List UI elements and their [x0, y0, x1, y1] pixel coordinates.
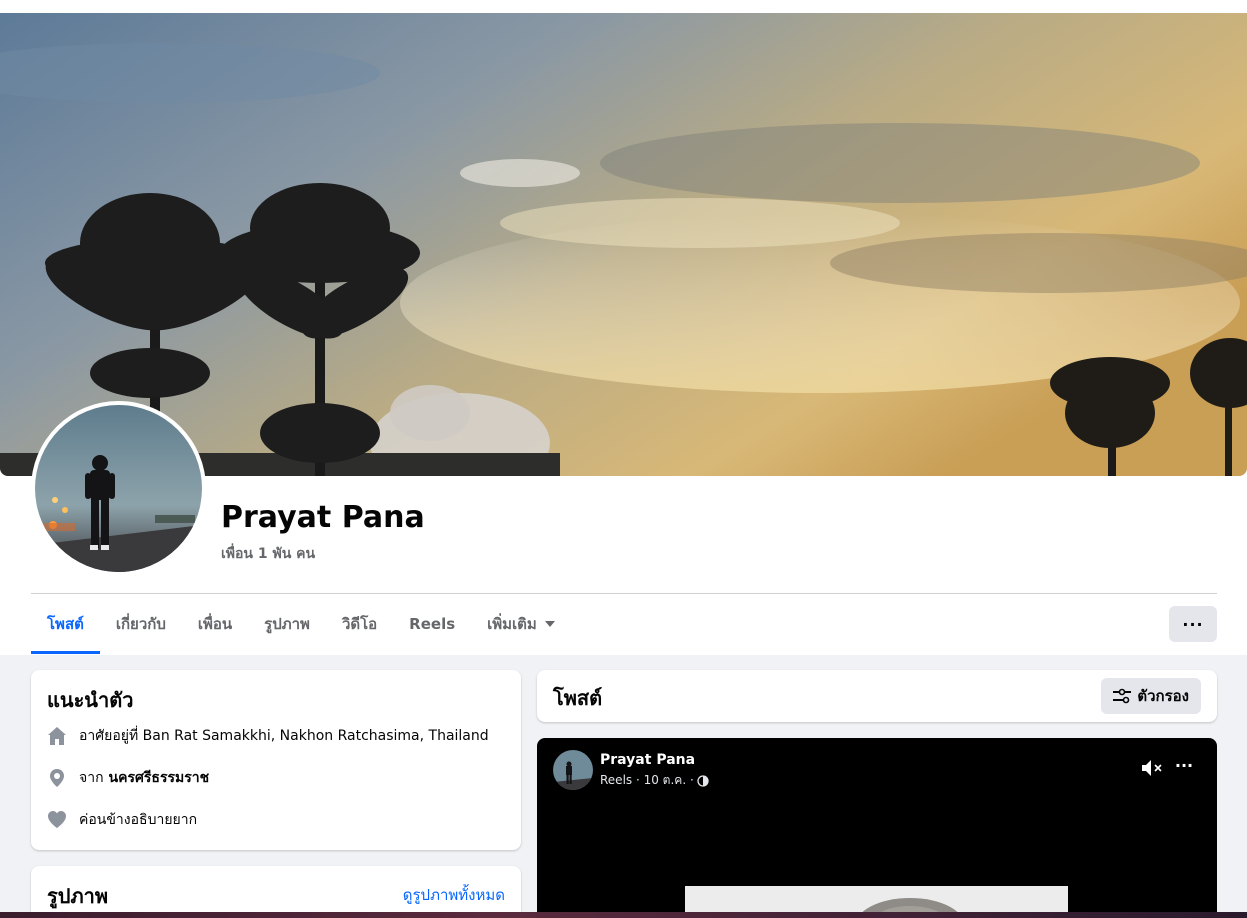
- filter-button[interactable]: ตัวกรอง: [1101, 678, 1201, 714]
- tab-friends[interactable]: เพื่อน: [182, 594, 248, 654]
- cover-photo[interactable]: [0, 13, 1247, 476]
- intro-relationship-text: ค่อนข้างอธิบายยาก: [79, 812, 198, 828]
- profile-picture[interactable]: [31, 401, 206, 576]
- intro-title: แนะนำตัว: [47, 688, 134, 712]
- tab-photos[interactable]: รูปภาพ: [248, 594, 326, 654]
- tab-videos[interactable]: วิดีโอ: [326, 594, 393, 654]
- photos-card: รูปภาพ ดูรูปภาพทั้งหมด: [31, 866, 521, 918]
- tab-more[interactable]: เพิ่มเติม: [471, 594, 571, 654]
- tab-about-label: เกี่ยวกับ: [115, 615, 166, 633]
- tab-posts[interactable]: โพสต์: [31, 594, 100, 654]
- tab-videos-label: วิดีโอ: [341, 615, 378, 633]
- post-meta: Reels · 10 ต.ค. ·: [600, 771, 709, 790]
- see-all-photos-link[interactable]: ดูรูปภาพทั้งหมด: [403, 883, 505, 907]
- top-strip: [0, 0, 1247, 13]
- tab-photos-label: รูปภาพ: [264, 615, 310, 633]
- profile-tabs: โพสต์ เกี่ยวกับ เพื่อน รูปภาพ วิดีโอ Ree…: [31, 594, 571, 654]
- tab-reels-label: Reels: [409, 615, 456, 633]
- intro-from: จาก นครศรีธรรมราช: [47, 767, 209, 789]
- tab-more-label: เพิ่มเติม: [487, 615, 537, 633]
- filter-label: ตัวกรอง: [1137, 687, 1189, 705]
- tab-friends-label: เพื่อน: [197, 615, 233, 633]
- tab-about[interactable]: เกี่ยวกับ: [100, 594, 182, 654]
- post-author-avatar[interactable]: [553, 750, 593, 790]
- heart-icon: [47, 810, 67, 830]
- more-icon: ···: [1182, 614, 1204, 634]
- profile-more-button[interactable]: ···: [1169, 606, 1217, 642]
- posts-header-card: โพสต์ ตัวกรอง: [537, 670, 1217, 722]
- friends-count[interactable]: เพื่อน 1 พัน คน: [221, 543, 315, 565]
- location-pin-icon: [47, 768, 67, 788]
- post-meta-text[interactable]: Reels · 10 ต.ค. ·: [600, 771, 694, 790]
- reel-post-card[interactable]: Prayat Pana Reels · 10 ต.ค. · ···: [537, 738, 1217, 918]
- more-icon: ···: [1174, 756, 1194, 775]
- intro-relationship: ค่อนข้างอธิบายยาก: [47, 809, 197, 831]
- tab-posts-label: โพสต์: [47, 615, 84, 633]
- intro-from-place[interactable]: นครศรีธรรมราช: [109, 767, 210, 789]
- intro-lives-in: อาศัยอยู่ที่ Ban Rat Samakkhi, Nakhon Ra…: [47, 725, 489, 747]
- muted-speaker-icon[interactable]: [1140, 758, 1164, 778]
- tab-reels[interactable]: Reels: [393, 594, 471, 654]
- home-icon: [47, 726, 67, 746]
- globe-icon: [697, 774, 709, 787]
- profile-name: Prayat Pana: [221, 500, 425, 535]
- photos-title: รูปภาพ: [47, 884, 109, 908]
- intro-card: แนะนำตัว อาศัยอยู่ที่ Ban Rat Samakkhi, …: [31, 670, 521, 850]
- intro-lives-in-text: อาศัยอยู่ที่ Ban Rat Samakkhi, Nakhon Ra…: [79, 728, 489, 744]
- intro-from-prefix: จาก: [79, 770, 104, 786]
- chevron-down-icon: [544, 621, 555, 627]
- posts-title: โพสต์: [553, 686, 603, 710]
- taskbar-edge: [0, 912, 1247, 918]
- post-author-name[interactable]: Prayat Pana: [600, 752, 695, 768]
- post-more-button[interactable]: ···: [1173, 756, 1195, 778]
- filter-icon: [1113, 688, 1132, 704]
